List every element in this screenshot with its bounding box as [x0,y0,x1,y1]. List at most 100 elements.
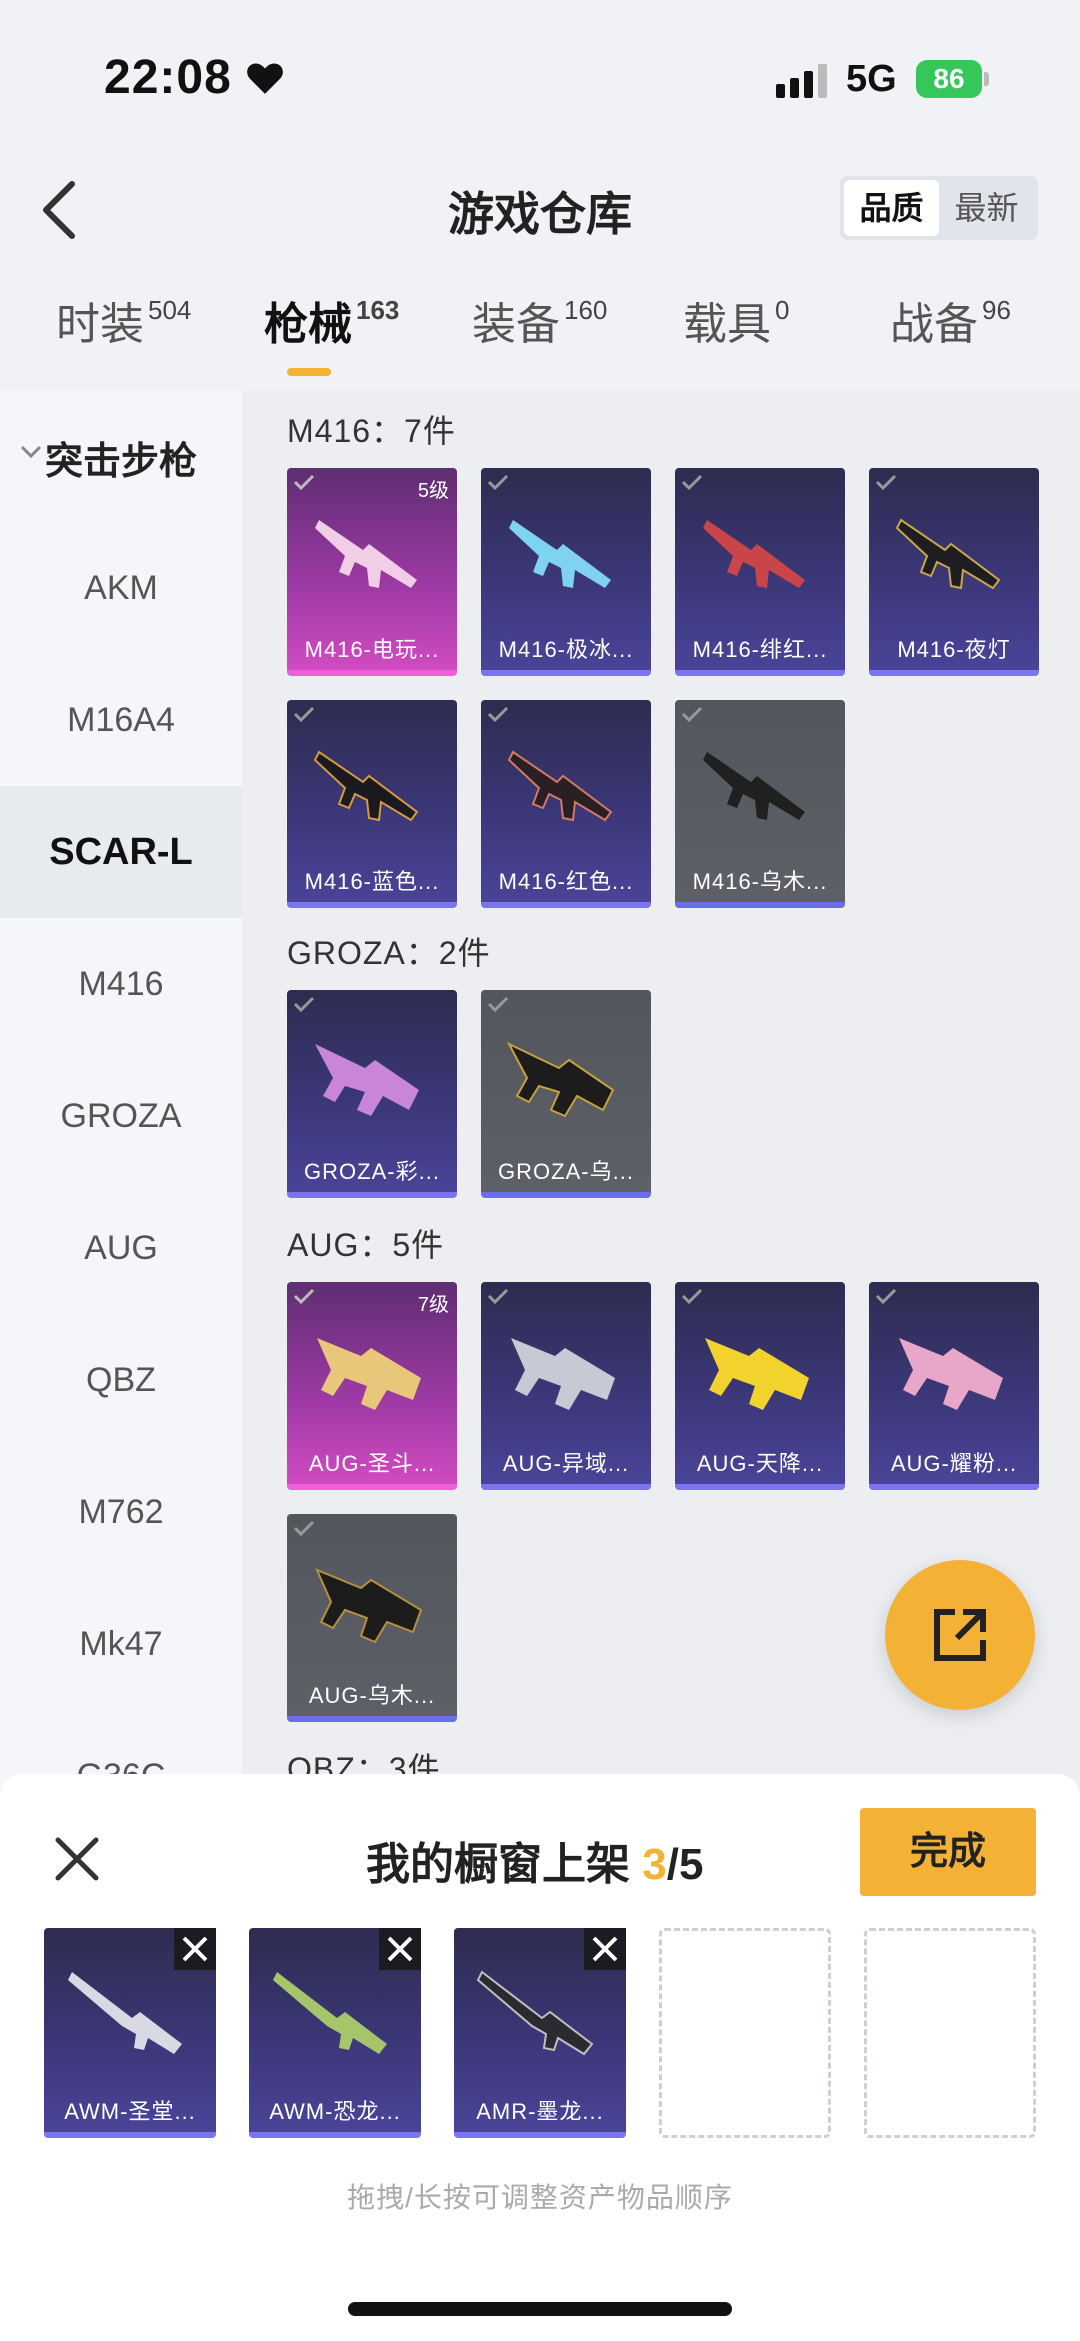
rifle-icon [703,520,805,588]
remove-item-button[interactable] [379,1928,421,1970]
group-title-m416: M416：7件 [287,413,456,449]
home-indicator[interactable] [348,2302,732,2316]
battery-icon: 86 [916,60,982,98]
rifle-icon [703,752,805,820]
close-icon [592,1936,618,1962]
status-bar: 22:08 5G 86 [0,0,1080,150]
item-card[interactable]: 5级 M416-电玩... [287,468,457,676]
rifle-icon [315,1044,419,1116]
sidebar-item-mk47[interactable]: Mk47 [0,1578,242,1710]
tab-supplies[interactable]: 战备 96 [890,288,1011,352]
item-card[interactable]: AUG-天降... [675,1282,845,1490]
item-name: M416-蓝色... [304,869,440,894]
share-button[interactable] [885,1560,1035,1710]
group-title-aug: AUG：5件 [287,1227,445,1263]
check-icon [293,1288,315,1304]
check-icon [487,706,509,722]
item-name: AUG-圣斗... [308,1451,436,1476]
network-label: 5G [846,58,897,100]
item-card[interactable]: AUG-耀粉... [869,1282,1039,1490]
showcase-count: 3 [642,1840,667,1889]
check-icon [487,996,509,1012]
item-card[interactable]: M416-夜灯 [869,468,1039,676]
item-name: M416-极冰... [498,637,634,662]
item-name: AMR-墨龙... [476,2099,604,2124]
sort-toggle[interactable]: 品质 最新 [840,176,1038,240]
group-title-groza: GROZA：2件 [287,935,491,971]
tab-vehicles[interactable]: 载具 0 [683,288,789,352]
tab-guns[interactable]: 枪械 163 [264,288,399,352]
signal-icon [776,64,827,98]
check-icon [293,996,315,1012]
item-name: M416-红色... [498,869,634,894]
item-card[interactable]: AUG-异域... [481,1282,651,1490]
item-card[interactable]: M416-绯红... [675,468,845,676]
remove-item-button[interactable] [174,1928,216,1970]
check-icon [681,1288,703,1304]
share-icon [934,1609,986,1661]
sniper-rifle-icon [273,1972,387,2054]
showcase-slot[interactable]: AWM-恐龙... [249,1928,421,2138]
tab-fashion[interactable]: 时装 504 [56,288,191,352]
item-card[interactable]: M416-红色... [481,700,651,908]
check-icon [681,474,703,490]
sidebar-item-qbz[interactable]: QBZ [0,1314,242,1446]
item-card[interactable]: AUG-乌木... [287,1514,457,1722]
sidebar-item-m416[interactable]: M416 [0,918,242,1050]
reorder-hint: 拖拽/长按可调整资产物品顺序 [347,2182,733,2213]
item-card[interactable]: M416-极冰... [481,468,651,676]
sidebar-category[interactable]: 突击步枪 [0,430,242,485]
item-name: AUG-耀粉... [890,1451,1018,1476]
done-button[interactable]: 完成 [860,1808,1036,1896]
close-icon [387,1936,413,1962]
sidebar-item-m762[interactable]: M762 [0,1446,242,1578]
status-time: 22:08 [104,51,232,104]
sidebar: 突击步枪 AKM M16A4 SCAR-L M416 GROZA AUG QBZ… [0,390,242,1795]
sniper-rifle-icon [476,1970,594,2056]
check-icon [487,474,509,490]
check-icon [875,474,897,490]
check-icon [293,1520,315,1536]
empty-slot[interactable] [864,1928,1036,2138]
check-icon [875,1288,897,1304]
tab-equipment[interactable]: 装备 160 [472,288,607,352]
item-name: AWM-圣堂... [64,2099,196,2124]
rifle-icon [511,1338,615,1410]
item-card[interactable]: M416-蓝色... [287,700,457,908]
item-name: AUG-异域... [502,1451,630,1476]
item-card[interactable]: M416-乌木... [675,700,845,908]
sidebar-item-scar-l[interactable]: SCAR-L [0,786,242,918]
empty-slot[interactable] [659,1928,831,2138]
sidebar-item-aug[interactable]: AUG [0,1182,242,1314]
item-name: GROZA-乌... [498,1159,634,1184]
item-card[interactable]: GROZA-彩... [287,990,457,1198]
item-name: AWM-恐龙... [269,2099,401,2124]
item-name: M416-电玩... [304,637,440,662]
item-card[interactable]: 7级 AUG-圣斗... [287,1282,457,1490]
item-card[interactable]: GROZA-乌... [481,990,651,1198]
remove-item-button[interactable] [584,1928,626,1970]
item-name: M416-乌木... [692,869,828,894]
check-icon [487,1288,509,1304]
close-icon[interactable] [54,1836,100,1882]
showcase-slot[interactable]: AWM-圣堂... [44,1928,216,2138]
heart-icon [247,63,283,94]
item-name: AUG-乌木... [308,1683,436,1708]
sniper-rifle-icon [68,1972,182,2054]
item-name: AUG-天降... [696,1451,824,1476]
sidebar-item-m16a4[interactable]: M16A4 [0,654,242,786]
battery-tip [984,72,989,86]
close-icon [182,1936,208,1962]
check-icon [293,474,315,490]
item-name: M416-夜灯 [897,637,1011,662]
sidebar-item-akm[interactable]: AKM [0,522,242,654]
sidebar-item-groza[interactable]: GROZA [0,1050,242,1182]
showcase-slot[interactable]: AMR-墨龙... [454,1928,626,2138]
rifle-icon [507,750,613,822]
check-icon [293,706,315,722]
rifle-icon [313,750,419,822]
rifle-icon [705,1338,809,1410]
category-tabs: 时装 504 枪械 163 装备 160 载具 0 战备 96 [0,288,1080,388]
sort-newest-button[interactable]: 最新 [939,180,1034,236]
sort-quality-button[interactable]: 品质 [844,180,939,236]
